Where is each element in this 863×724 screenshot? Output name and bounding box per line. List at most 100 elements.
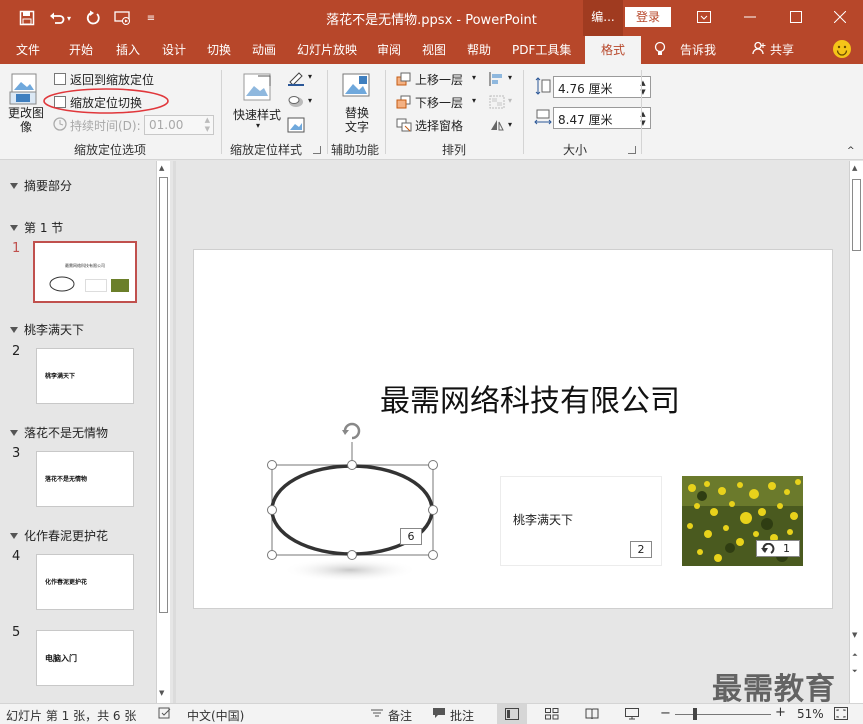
slide-thumbnail-5[interactable]: 电脑入门	[36, 630, 134, 686]
next-slide-icon[interactable]: ⏷	[852, 667, 858, 676]
scrollbar-thumb[interactable]	[159, 177, 168, 613]
share-button[interactable]: 共享	[770, 41, 794, 58]
quick-styles-icon[interactable]	[240, 72, 274, 107]
collapse-triangle-icon[interactable]	[10, 327, 18, 333]
redo-icon[interactable]	[82, 8, 104, 28]
bring-forward-dropdown-icon[interactable]: ▾	[472, 73, 476, 82]
width-input[interactable]: 8.47 厘米 ▲ ▼	[553, 107, 651, 129]
scroll-up-icon[interactable]: ▲	[159, 164, 164, 172]
send-backward-button[interactable]: 下移一层	[415, 94, 463, 111]
group-dropdown-icon[interactable]: ▾	[508, 96, 512, 105]
collapse-triangle-icon[interactable]	[10, 183, 18, 189]
section-1[interactable]: 第 1 节	[10, 219, 63, 236]
alt-text-button[interactable]: 替换文字	[343, 106, 371, 134]
language-indicator[interactable]: 中文(中国)	[187, 707, 244, 724]
size-launcher-icon[interactable]	[628, 146, 636, 154]
login-button[interactable]: 登录	[625, 7, 671, 27]
collapse-triangle-icon[interactable]	[10, 225, 18, 231]
selection-pane-button[interactable]: 选择窗格	[415, 117, 463, 134]
tab-insert[interactable]: 插入	[116, 41, 140, 58]
tab-help[interactable]: 帮助	[467, 41, 491, 58]
spin-up-icon[interactable]: ▲	[205, 116, 210, 124]
start-slideshow-icon[interactable]	[112, 8, 134, 28]
effects-icon[interactable]	[287, 94, 305, 113]
slide-thumbnail-1[interactable]: 最需网络科技有限公司	[33, 241, 137, 303]
undo-dropdown-icon[interactable]: ▾	[64, 8, 74, 28]
tab-view[interactable]: 视图	[422, 41, 446, 58]
slide-sorter-icon[interactable]	[545, 708, 559, 723]
align-icon[interactable]	[489, 72, 505, 89]
customize-toolbar-icon[interactable]: ≡	[140, 8, 162, 28]
slide-thumbnail-2[interactable]: 桃李满天下	[36, 348, 134, 404]
slideshow-view-icon[interactable]	[625, 708, 639, 723]
tab-home[interactable]: 开始	[69, 41, 93, 58]
zoom-slider-track[interactable]	[675, 714, 771, 715]
collapse-triangle-icon[interactable]	[10, 430, 18, 436]
tab-transitions[interactable]: 切换	[207, 41, 231, 58]
tab-slideshow[interactable]: 幻灯片放映	[297, 41, 357, 58]
height-input[interactable]: 4.76 厘米 ▲ ▼	[553, 76, 651, 98]
save-icon[interactable]	[16, 8, 38, 28]
collapse-ribbon-icon[interactable]: ^	[847, 146, 855, 156]
current-slide[interactable]: 最需网络科技有限公司 6 桃李满天下 2 1	[193, 249, 833, 609]
section-huazuo[interactable]: 化作春泥更护花	[10, 527, 108, 544]
spellcheck-icon[interactable]	[158, 707, 172, 723]
scroll-down-icon[interactable]: ▼	[159, 689, 164, 697]
comments-button[interactable]: 批注	[450, 707, 474, 724]
feedback-smiley-icon[interactable]	[832, 39, 852, 62]
fit-to-window-icon[interactable]	[834, 707, 848, 723]
section-luohua[interactable]: 落花不是无情物	[10, 424, 108, 441]
effects-dropdown-icon[interactable]: ▾	[308, 96, 312, 105]
rotate-dropdown-icon[interactable]: ▾	[508, 120, 512, 129]
tab-design[interactable]: 设计	[162, 41, 186, 58]
alt-text-icon[interactable]	[341, 72, 371, 105]
selection-pane-icon[interactable]	[396, 118, 412, 135]
slide-thumbnail-4[interactable]: 化作春泥更护花	[36, 554, 134, 610]
comments-icon[interactable]	[432, 707, 446, 722]
group-objects-icon[interactable]	[489, 95, 505, 112]
zoom-styles-launcher-icon[interactable]	[313, 146, 321, 154]
minimize-icon[interactable]	[727, 0, 773, 34]
tab-pdf-tools[interactable]: PDF工具集	[512, 41, 571, 58]
collapse-triangle-icon[interactable]	[10, 533, 18, 539]
send-backward-icon[interactable]	[396, 95, 412, 112]
slide-thumbnail-3[interactable]: 落花不是无情物	[36, 451, 134, 507]
scroll-up-icon[interactable]: ▲	[852, 164, 857, 172]
zoom-out-button[interactable]: −	[660, 706, 671, 721]
tab-review[interactable]: 审阅	[377, 41, 401, 58]
previous-slide-icon[interactable]: ⏶	[852, 651, 858, 660]
align-dropdown-icon[interactable]: ▾	[508, 73, 512, 82]
bring-forward-button[interactable]: 上移一层	[415, 71, 463, 88]
scroll-down-icon[interactable]: ▼	[852, 631, 857, 639]
reading-view-icon[interactable]	[585, 708, 599, 723]
tab-animations[interactable]: 动画	[252, 41, 276, 58]
section-zoom-taoli[interactable]: 桃李满天下 2	[500, 476, 662, 566]
tab-file[interactable]: 文件	[16, 41, 40, 58]
tab-format[interactable]: 格式	[585, 36, 641, 64]
spin-down-icon[interactable]: ▼	[205, 125, 210, 133]
border-dropdown-icon[interactable]: ▾	[308, 72, 312, 81]
zoom-percentage[interactable]: 51%	[797, 707, 824, 721]
change-image-button[interactable]: 更改图像	[6, 106, 46, 134]
section-summary[interactable]: 摘要部分	[10, 177, 72, 194]
maximize-icon[interactable]	[773, 0, 819, 34]
duration-input[interactable]: 01.00 ▲ ▼	[144, 115, 214, 135]
slide-scrollbar[interactable]: ▲ ▼ ⏶ ⏷	[849, 161, 863, 703]
border-pen-icon[interactable]	[287, 70, 305, 89]
notes-button[interactable]: 备注	[388, 707, 412, 724]
section-zoom-flower-image[interactable]: 1	[682, 476, 803, 566]
bring-forward-icon[interactable]	[396, 72, 412, 89]
thumbnails-scrollbar[interactable]: ▲ ▼	[156, 161, 170, 703]
normal-view-button[interactable]	[497, 704, 527, 724]
notes-icon[interactable]	[370, 707, 384, 722]
quick-styles-dropdown-icon[interactable]: ▾	[256, 121, 260, 130]
rotate-icon[interactable]	[489, 118, 505, 135]
tell-me-input[interactable]: 告诉我	[680, 41, 716, 58]
ribbon-display-icon[interactable]	[681, 0, 727, 34]
image-layout-icon[interactable]	[287, 117, 305, 136]
slide-title[interactable]: 最需网络科技有限公司	[380, 376, 680, 420]
zoom-slider-thumb[interactable]	[693, 708, 697, 720]
return-to-zoom-checkbox[interactable]	[54, 73, 66, 85]
selected-section-zoom[interactable]	[264, 420, 444, 580]
scrollbar-thumb[interactable]	[852, 179, 861, 251]
